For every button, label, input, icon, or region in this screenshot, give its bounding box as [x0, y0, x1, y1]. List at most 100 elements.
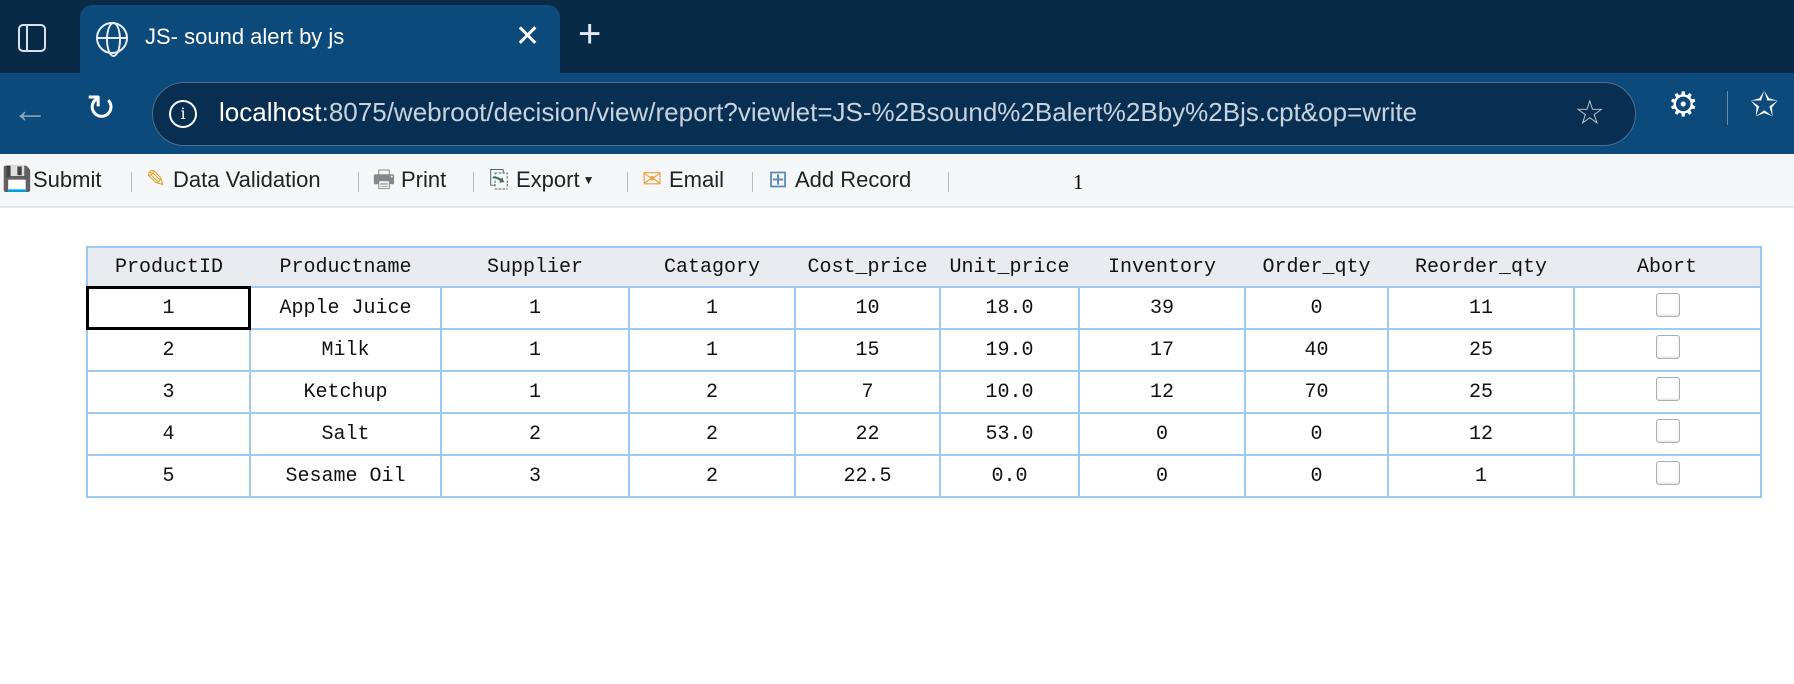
extensions-icon[interactable]: ⚙: [1668, 85, 1698, 125]
table-cell[interactable]: 1: [1387, 454, 1575, 498]
table-cell[interactable]: Salt: [249, 412, 442, 456]
table-row: 4 Salt 2 2 22 53.0 0 0 12: [86, 412, 1762, 456]
divider: [1727, 91, 1728, 125]
tab-strip: JS- sound alert by js ✕ +: [0, 0, 1794, 73]
table-cell[interactable]: Sesame Oil: [249, 454, 442, 498]
abort-checkbox[interactable]: [1655, 334, 1680, 359]
table-cell[interactable]: 53.0: [939, 412, 1080, 456]
pencil-icon: ✎: [145, 166, 167, 193]
table-cell[interactable]: 1: [440, 328, 630, 372]
table-row: 2 Milk 1 1 15 19.0 17 40 25: [86, 328, 1762, 372]
table-row: 5 Sesame Oil 3 2 22.5 0.0 0 0 1: [86, 454, 1762, 498]
table-cell[interactable]: 2: [440, 412, 630, 456]
abort-checkbox[interactable]: [1655, 376, 1680, 401]
table-cell[interactable]: 2: [628, 370, 796, 414]
table-cell[interactable]: 12: [1078, 370, 1246, 414]
envelope-icon: ✉: [641, 166, 663, 193]
globe-icon: [96, 22, 128, 57]
table-cell[interactable]: 11: [1387, 286, 1575, 330]
abort-cell: [1573, 370, 1762, 414]
table-cell[interactable]: 1: [440, 370, 630, 414]
table-cell[interactable]: 0: [1078, 454, 1246, 498]
table-cell[interactable]: 0: [1244, 412, 1389, 456]
column-header: Abort: [1574, 246, 1762, 287]
dropdown-arrow-icon: ▼: [582, 173, 595, 187]
email-label: Email: [669, 167, 725, 192]
table-cell[interactable]: 1: [86, 286, 251, 330]
table-cell[interactable]: 39: [1078, 286, 1246, 330]
table-cell[interactable]: 1: [628, 286, 796, 330]
url-path: :8075/webroot/decision/view/report?viewl…: [321, 97, 1418, 127]
page-number: 1: [1073, 170, 1084, 194]
abort-checkbox[interactable]: [1655, 292, 1680, 317]
address-bar-row: ← ↻ i localhost:8075/webroot/decision/vi…: [0, 73, 1794, 154]
table-cell[interactable]: 15: [794, 328, 941, 372]
column-header: Reorder_qty: [1388, 246, 1574, 287]
table-cell[interactable]: 19.0: [939, 328, 1080, 372]
info-icon[interactable]: i: [169, 100, 197, 128]
table-cell[interactable]: 17: [1078, 328, 1246, 372]
table-cell[interactable]: 10: [794, 286, 941, 330]
divider: [131, 172, 132, 192]
table-cell[interactable]: Milk: [249, 328, 442, 372]
table-cell[interactable]: 7: [794, 370, 941, 414]
add-row-icon: ⊞: [767, 166, 789, 193]
table-cell[interactable]: 3: [86, 370, 251, 414]
divider: [473, 172, 474, 192]
table-cell[interactable]: 5: [86, 454, 251, 498]
column-header: ProductID: [86, 246, 250, 287]
export-icon: ⎘: [489, 166, 509, 193]
url-input[interactable]: i localhost:8075/webroot/decision/view/r…: [152, 82, 1636, 146]
table-cell[interactable]: 18.0: [939, 286, 1080, 330]
report-toolbar: 💾 Submit ✎ Data Validation 🖶 Print ⎘ Export ▼…: [0, 154, 1794, 208]
abort-cell: [1573, 286, 1762, 330]
table-cell[interactable]: Apple Juice: [249, 286, 442, 330]
table-cell[interactable]: 70: [1244, 370, 1389, 414]
table-cell[interactable]: 25: [1387, 370, 1575, 414]
table-cell[interactable]: 0.0: [939, 454, 1080, 498]
data-validation-button[interactable]: ✎ Data Validation: [142, 166, 321, 194]
tab-active[interactable]: JS- sound alert by js ✕: [80, 5, 560, 73]
table-cell[interactable]: 3: [440, 454, 630, 498]
header-row: ProductID Productname Supplier Catagory Cost…: [86, 246, 1762, 287]
submit-button[interactable]: 💾 Submit: [2, 166, 101, 194]
table-cell[interactable]: 12: [1387, 412, 1575, 456]
abort-checkbox[interactable]: [1655, 418, 1680, 443]
table-cell[interactable]: 1: [440, 286, 630, 330]
table-cell[interactable]: Ketchup: [249, 370, 442, 414]
add-record-button[interactable]: ⊞ Add Record: [764, 166, 911, 194]
table-row: 1 Apple Juice 1 1 10 18.0 39 0 11: [86, 286, 1762, 330]
favorites-icon[interactable]: ✩: [1750, 85, 1779, 125]
product-table: ProductID Productname Supplier Catagory Cost…: [86, 246, 1762, 498]
table-cell[interactable]: 0: [1244, 286, 1389, 330]
print-button[interactable]: 🖶 Print: [370, 166, 447, 194]
table-cell[interactable]: 10.0: [939, 370, 1080, 414]
table-cell[interactable]: 22.5: [794, 454, 941, 498]
table-cell[interactable]: 25: [1387, 328, 1575, 372]
divider: [752, 172, 753, 192]
table-cell[interactable]: 2: [86, 328, 251, 372]
abort-checkbox[interactable]: [1655, 460, 1680, 485]
close-tab-icon[interactable]: ✕: [515, 19, 540, 54]
column-header: Unit_price: [940, 246, 1079, 287]
divider: [358, 172, 359, 192]
table-cell[interactable]: 40: [1244, 328, 1389, 372]
table-cell[interactable]: 0: [1078, 412, 1246, 456]
reload-button[interactable]: ↻: [86, 87, 116, 129]
url-host: localhost: [219, 97, 322, 127]
sidebar-toggle-icon[interactable]: [18, 24, 46, 52]
export-button[interactable]: ⎘ Export ▼: [485, 166, 594, 194]
table-cell[interactable]: 0: [1244, 454, 1389, 498]
table-cell[interactable]: 2: [628, 454, 796, 498]
table-cell[interactable]: 4: [86, 412, 251, 456]
abort-cell: [1573, 454, 1762, 498]
email-button[interactable]: ✉ Email: [638, 166, 724, 194]
table-cell[interactable]: 2: [628, 412, 796, 456]
table-cell[interactable]: 1: [628, 328, 796, 372]
favorite-star-icon[interactable]: ☆: [1575, 93, 1605, 133]
print-label: Print: [401, 167, 447, 192]
new-tab-button[interactable]: +: [578, 12, 601, 57]
table-cell[interactable]: 22: [794, 412, 941, 456]
column-header: Supplier: [441, 246, 629, 287]
back-button[interactable]: ←: [12, 89, 48, 131]
